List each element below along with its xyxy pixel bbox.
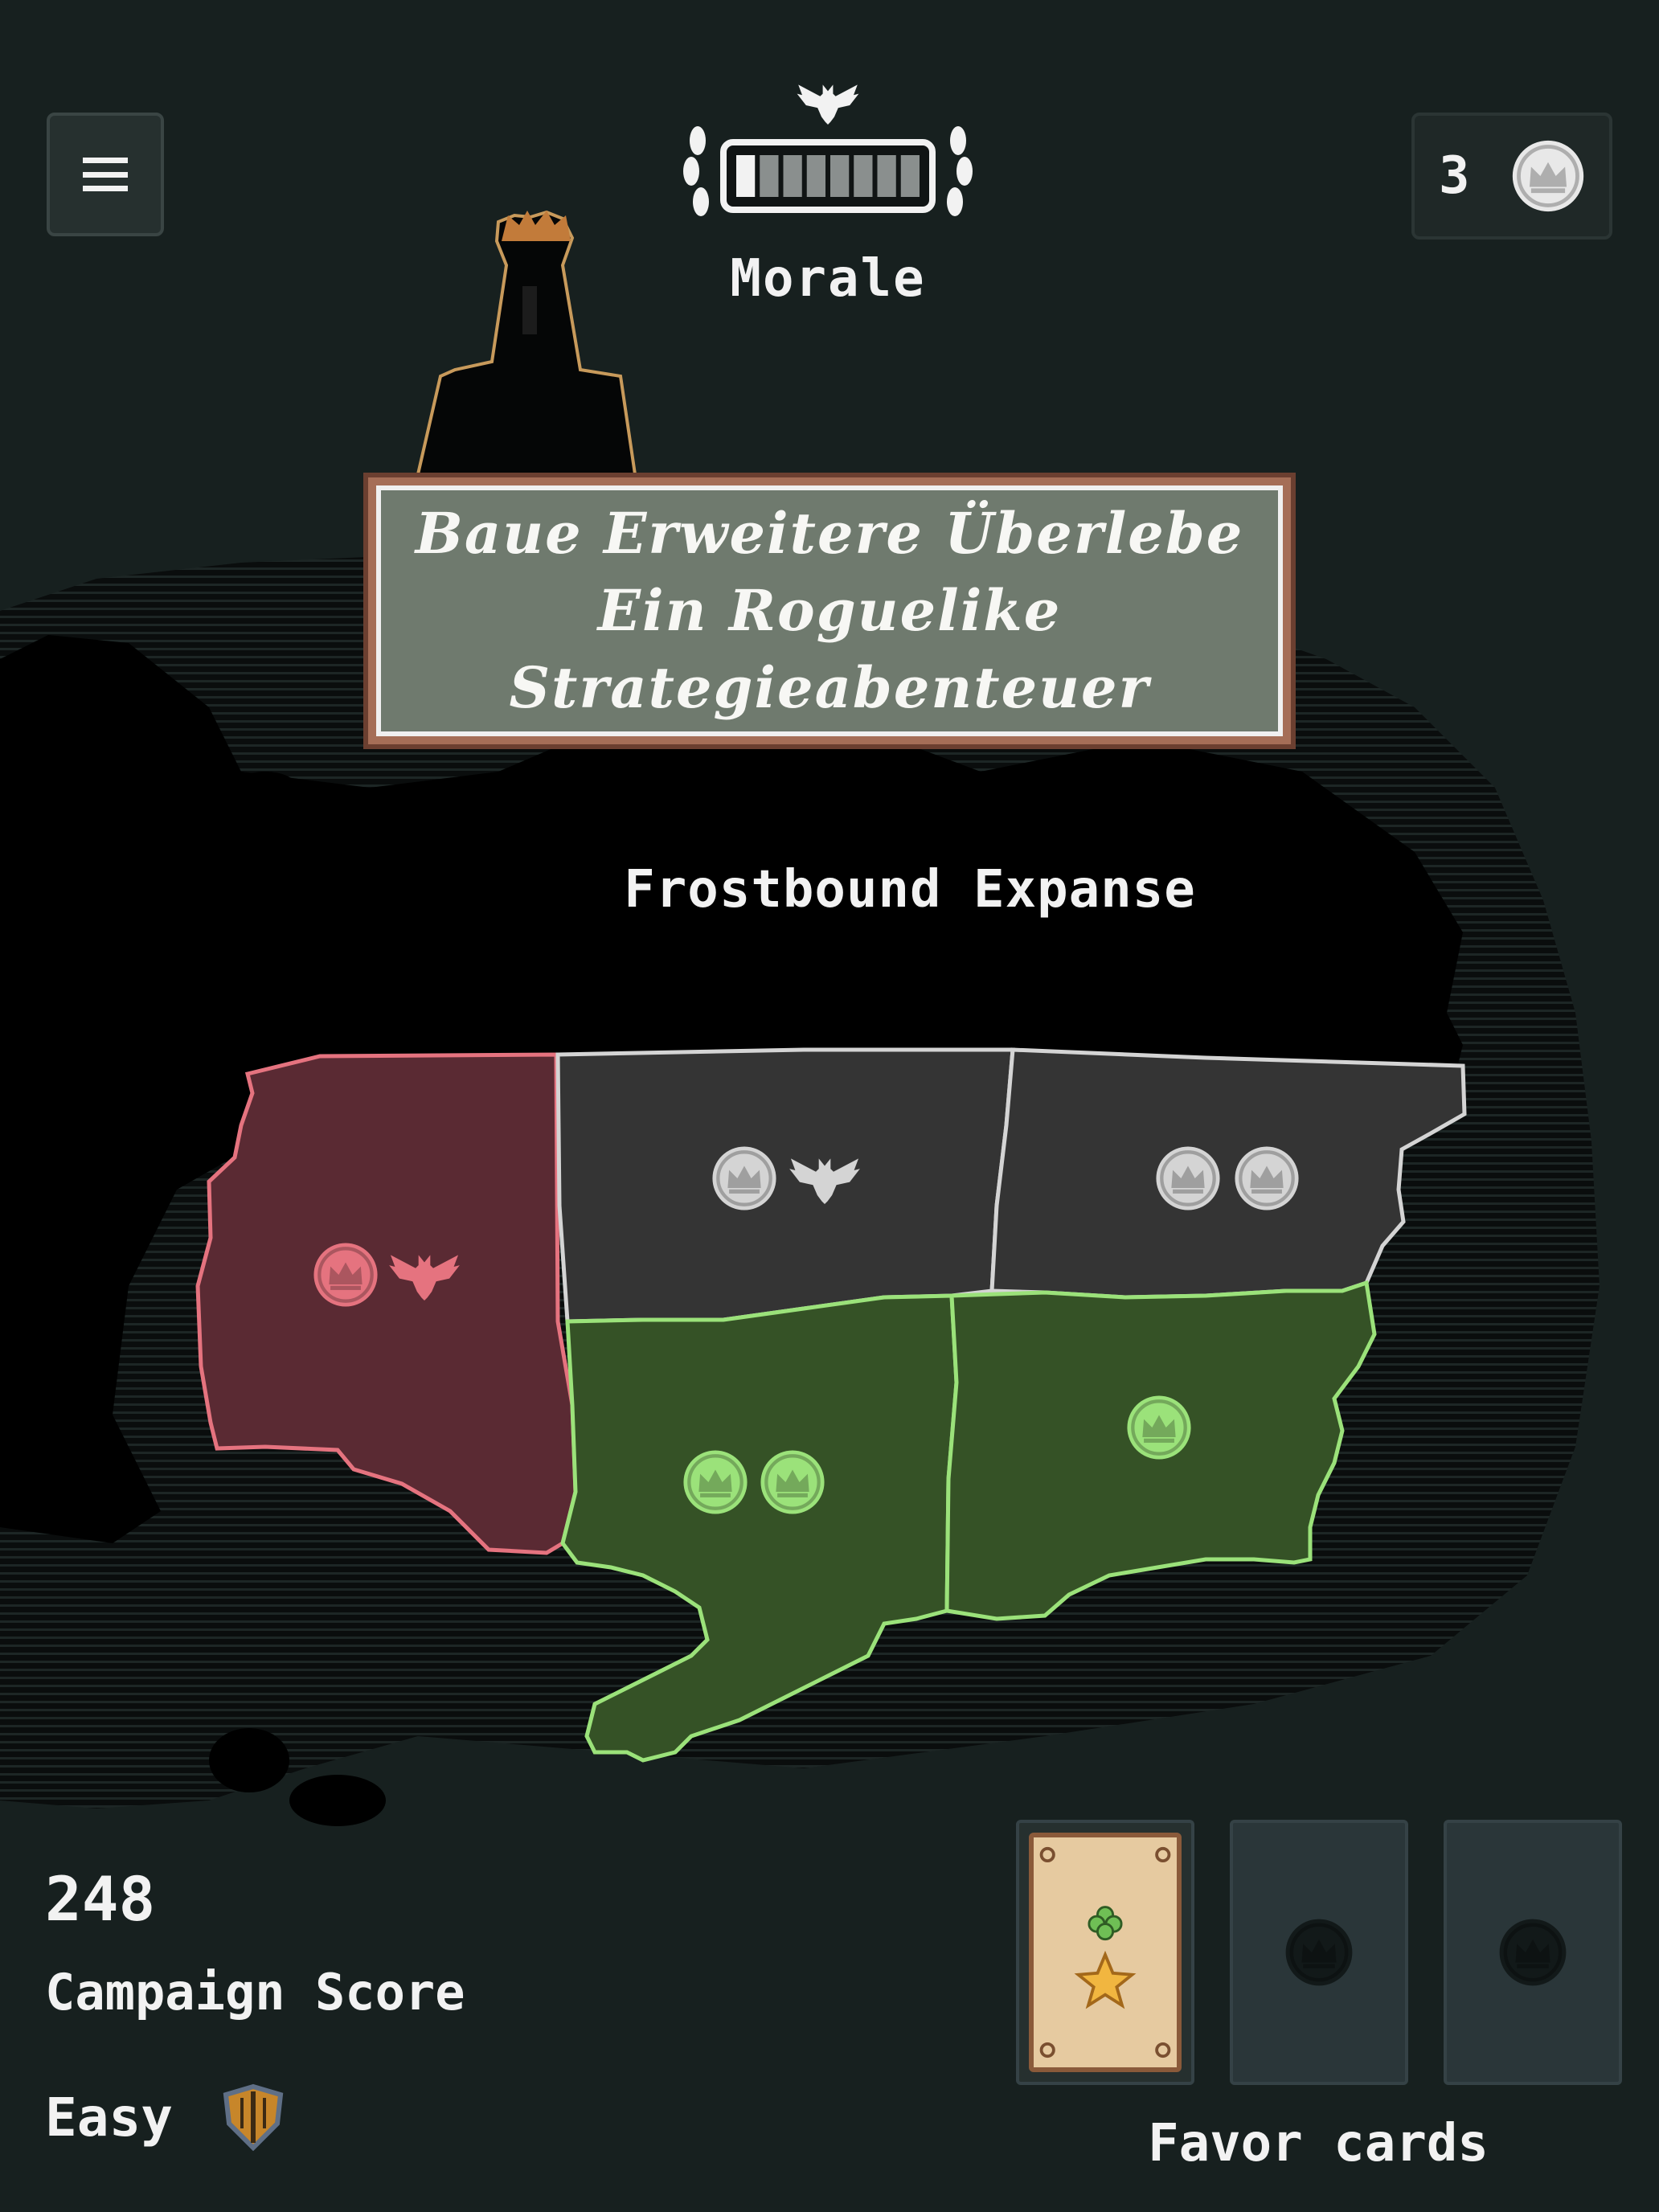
campaign-score-value: 248 (45, 1863, 156, 1935)
morale-segment (854, 155, 873, 197)
banner-line: Baue Erweitere Überlebe (415, 500, 1244, 567)
crown-counter: 3 (1411, 113, 1612, 240)
favor-card-art (1039, 1846, 1171, 2058)
morale-segment (760, 155, 779, 197)
morale-segment (736, 155, 756, 197)
crown-icon (760, 1450, 824, 1514)
shield-icon (223, 2083, 284, 2151)
eagle-icon (797, 84, 859, 125)
star-icon (1074, 1950, 1137, 2009)
difficulty-indicator: Easy (45, 2083, 285, 2151)
title-banner: Baue Erweitere Überlebe Ein Roguelike St… (363, 473, 1296, 749)
clover-icon (1088, 1906, 1123, 1941)
morale-segment (900, 155, 920, 197)
menu-button[interactable] (47, 113, 164, 236)
campaign-score-label: Campaign Score (45, 1963, 465, 2022)
crown-icon (1497, 1916, 1569, 1989)
favor-card-slot[interactable] (1016, 1820, 1194, 2085)
crown-icon (683, 1450, 747, 1514)
difficulty-label: Easy (45, 2086, 173, 2149)
crown-icon (1127, 1395, 1190, 1459)
morale-segment (877, 155, 896, 197)
morale-segment (830, 155, 850, 197)
hamburger-menu-icon (83, 158, 128, 191)
morale-segment (783, 155, 802, 197)
favor-cards-label: Favor cards (1148, 2114, 1489, 2173)
crown-icon (1509, 137, 1587, 215)
crown-icon (712, 1146, 776, 1210)
crown-icon (1156, 1146, 1219, 1210)
crown-icon (1283, 1916, 1355, 1989)
banner-line: Ein Roguelike (597, 577, 1062, 644)
favor-card-slot-empty[interactable] (1230, 1820, 1408, 2085)
favor-card-slot-empty[interactable] (1444, 1820, 1622, 2085)
morale-label: Morale (730, 249, 926, 309)
castle-tower (416, 210, 637, 476)
banner-line: Strategieabenteuer (509, 654, 1150, 721)
morale-meter (683, 84, 973, 216)
map-region-title: Frostbound Expanse (624, 860, 1196, 920)
morale-indicator: Morale (683, 76, 973, 317)
morale-segment (806, 155, 825, 197)
favor-card[interactable] (1029, 1833, 1182, 2072)
favor-cards-row (1016, 1820, 1622, 2085)
territory-north-center[interactable] (555, 1047, 1015, 1324)
title-banner-panel: Baue Erweitere Überlebe Ein Roguelike St… (376, 485, 1283, 736)
crown-count: 3 (1439, 146, 1470, 206)
crown-icon (313, 1243, 377, 1306)
crown-icon (1235, 1146, 1298, 1210)
